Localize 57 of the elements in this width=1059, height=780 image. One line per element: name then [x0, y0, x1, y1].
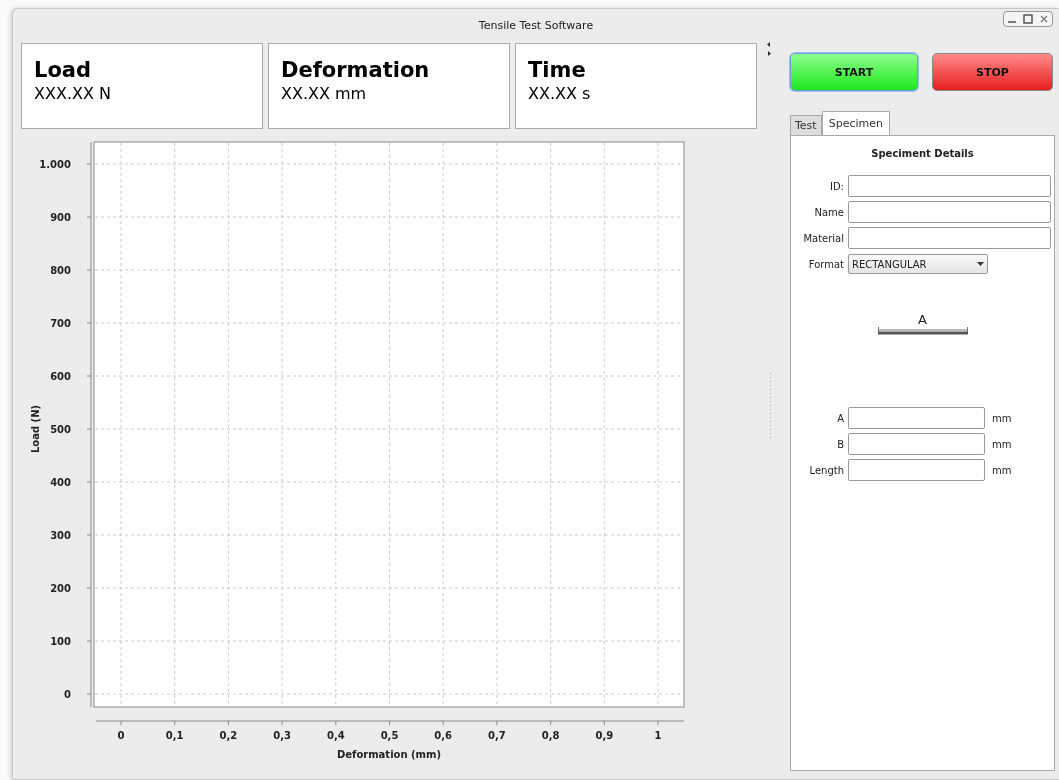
field-label: Format — [807, 258, 844, 270]
y-tick-label: 400 — [50, 477, 71, 488]
y-tick-label: 900 — [50, 212, 71, 223]
y-tick-label: 1.000 — [39, 159, 71, 170]
input-field[interactable] — [848, 175, 1051, 197]
y-tick-label: 200 — [50, 583, 71, 594]
format-dropdown[interactable]: RECTANGULAR — [848, 254, 988, 274]
readout-value: XX.XX s — [528, 84, 592, 103]
x-tick-label: 0 — [117, 730, 125, 741]
x-tick-label: 0,4 — [326, 730, 345, 741]
field-label: Name — [813, 206, 844, 218]
x-tick-label: 0,3 — [273, 730, 291, 741]
readout-value: XX.XX mm — [281, 84, 368, 103]
stop-button[interactable]: STOP — [932, 53, 1053, 91]
unit-label: mm — [992, 412, 1012, 424]
collapse-arrows-icon[interactable] — [766, 41, 772, 57]
y-tick-label: 100 — [50, 636, 71, 647]
y-tick-label: 700 — [50, 318, 71, 329]
y-tick-label: 800 — [50, 265, 71, 276]
unit-label: mm — [992, 438, 1012, 450]
field-label: ID: — [828, 180, 844, 192]
input-field[interactable] — [848, 433, 985, 455]
readout-label: Deformation — [281, 58, 431, 82]
window-title: Tensile Test Software — [478, 19, 594, 32]
start-button[interactable]: START — [790, 53, 918, 91]
y-tick-label: 600 — [50, 371, 71, 382]
readout-label: Load — [34, 58, 92, 82]
x-tick-label: 0,6 — [434, 730, 453, 741]
tab[interactable]: Specimen — [821, 111, 890, 135]
x-tick-label: 0,8 — [541, 730, 560, 741]
x-tick-label: 0,7 — [488, 730, 506, 741]
field-label: Material — [802, 232, 844, 244]
field-label: B — [836, 438, 844, 450]
section-heading: Speciment Details — [870, 148, 975, 159]
unit-label: mm — [992, 464, 1012, 476]
x-tick-label: 0,9 — [595, 730, 614, 741]
x-tick-label: 0,2 — [219, 730, 238, 741]
field-label: A — [836, 412, 844, 424]
y-tick-label: 0 — [64, 689, 71, 700]
x-tick-label: 1 — [654, 730, 662, 741]
dimension-label: A — [918, 313, 927, 327]
maximize-icon[interactable] — [1020, 12, 1036, 26]
input-field[interactable] — [848, 227, 1051, 249]
x-axis-title: Deformation (mm) — [336, 749, 442, 760]
input-field[interactable] — [848, 201, 1051, 223]
caret-icon — [977, 262, 984, 266]
y-axis-title: Load (N) — [30, 404, 41, 454]
x-tick-label: 0,1 — [165, 730, 184, 741]
y-tick-label: 500 — [50, 424, 71, 435]
y-tick-label: 300 — [50, 530, 71, 541]
readout-label: Time — [528, 58, 587, 82]
tab[interactable]: Test — [790, 115, 822, 135]
input-field[interactable] — [848, 407, 985, 429]
readout-value: XXX.XX N — [34, 84, 112, 103]
field-label: Length — [808, 464, 844, 476]
x-tick-label: 0,5 — [380, 730, 399, 741]
input-field[interactable] — [848, 459, 985, 481]
